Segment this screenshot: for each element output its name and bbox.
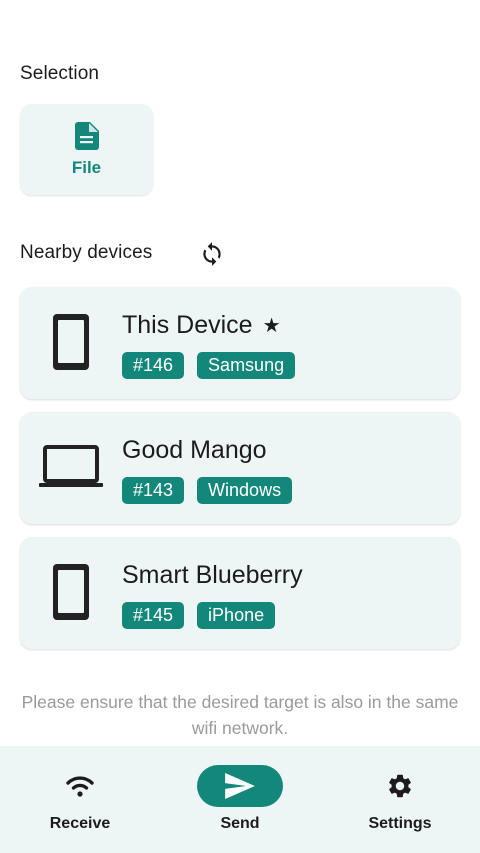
wifi-icon xyxy=(37,765,123,807)
nav-receive[interactable]: Receive xyxy=(0,746,160,853)
device-card-good-mango[interactable]: Good Mango #143 Windows xyxy=(20,412,460,524)
device-name: Smart Blueberry xyxy=(122,561,303,589)
device-id-badge: #146 xyxy=(122,352,185,379)
nearby-devices-title: Nearby devices xyxy=(20,242,153,263)
selection-title: Selection xyxy=(20,63,100,84)
device-name: This Device xyxy=(122,311,253,339)
send-icon xyxy=(197,765,283,807)
phone-icon xyxy=(38,559,104,625)
device-id-badge: #143 xyxy=(122,477,185,504)
nav-settings[interactable]: Settings xyxy=(320,746,480,853)
device-name: Good Mango xyxy=(122,436,267,464)
device-platform-badge: Windows xyxy=(197,477,293,504)
star-icon: ★ xyxy=(262,315,281,337)
refresh-icon xyxy=(203,242,221,266)
device-platform-badge: iPhone xyxy=(197,602,276,629)
file-icon xyxy=(74,121,99,150)
refresh-button[interactable] xyxy=(196,238,228,270)
gear-icon xyxy=(357,765,443,807)
file-select-button[interactable]: File xyxy=(20,104,153,195)
device-platform-badge: Samsung xyxy=(197,352,296,379)
device-card-smart-blueberry[interactable]: Smart Blueberry #145 iPhone xyxy=(20,537,460,649)
device-id-badge: #145 xyxy=(122,602,185,629)
nav-send-label: Send xyxy=(220,815,260,832)
bottom-navigation: Receive Send Settings xyxy=(0,746,480,853)
network-hint: Please ensure that the desired target is… xyxy=(21,692,459,738)
file-label: File xyxy=(71,157,102,177)
nav-receive-label: Receive xyxy=(49,815,111,832)
device-card-this-device[interactable]: This Device ★ #146 Samsung xyxy=(20,287,460,399)
laptop-icon xyxy=(38,434,104,500)
nav-settings-label: Settings xyxy=(368,815,432,832)
nav-send[interactable]: Send xyxy=(160,746,320,853)
phone-icon xyxy=(38,309,104,375)
